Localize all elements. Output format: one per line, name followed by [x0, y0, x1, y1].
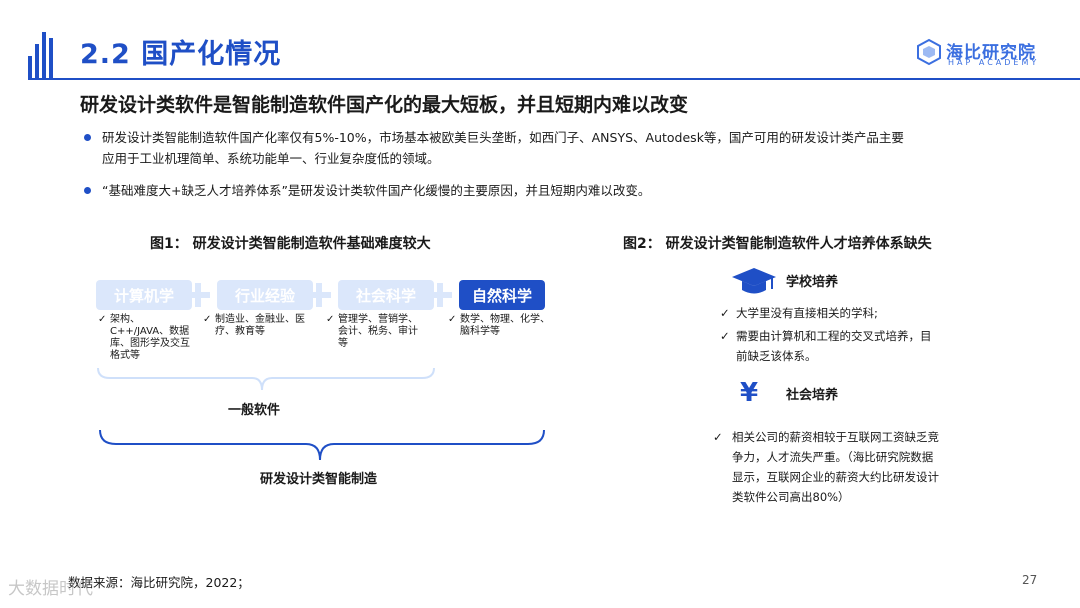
header-bars-decoration — [28, 32, 53, 80]
bullet-text-2: “基础难度大+缺乏人才培养体系”是研发设计类软件国产化缓慢的主要原因，并且短期内… — [102, 183, 651, 198]
box-industry-experience: 行业经验 — [217, 280, 313, 310]
school-training-heading: 学校培养 — [786, 275, 839, 290]
school-item-1: 大学里没有直接相关的学科; — [736, 306, 878, 320]
box-natural-science: 自然科学 — [459, 280, 545, 310]
check-icon: ✓ — [98, 314, 107, 325]
label-general-software: 一般软件 — [228, 403, 281, 418]
figure2-title: 图2： 研发设计类智能制造软件人才培养体系缺失 — [623, 236, 932, 252]
watermark: 大数据时代 — [8, 579, 93, 599]
bullet-text-1: 研发设计类智能制造软件国产化率仅有5%-10%，市场基本被欧美巨头垄断，如西门子… — [102, 130, 904, 166]
social-training-heading: 社会培养 — [786, 388, 839, 403]
check-icon: ✓ — [720, 306, 730, 320]
school-item-2: 需要由计算机和工程的交叉式培养，目前缺乏该体系。 — [736, 329, 932, 363]
plus-icon — [307, 283, 331, 307]
check-icon: ✓ — [713, 430, 723, 444]
detail-natural-science: ✓ 数学、物理、化学、脑科学等 — [448, 314, 550, 337]
header-divider — [30, 78, 1080, 80]
logo-subtitle: HAP ACADEMY — [948, 58, 1040, 67]
check-icon: ✓ — [326, 314, 335, 325]
page-title: 2.2 国产化情况 — [80, 39, 282, 70]
plus-icon — [428, 283, 452, 307]
slide-subtitle: 研发设计类软件是智能制造软件国产化的最大短板，并且短期内难以改变 — [80, 94, 689, 116]
graduation-cap-icon — [732, 268, 776, 294]
figure1-title: 图1： 研发设计类智能制造软件基础难度较大 — [150, 236, 431, 252]
box-computer-science: 计算机学 — [96, 280, 192, 310]
society-item-1: 相关公司的薪资相较于互联网工资缺乏竞争力，人才流失严重。（海比研究院数据显示，互… — [732, 430, 939, 504]
detail-industry-experience: ✓ 制造业、金融业、医疗、教育等 — [203, 314, 305, 337]
detail-social-science: ✓ 管理学、营销学、会计、税务、审计等 — [326, 314, 418, 349]
check-icon: ✓ — [203, 314, 212, 325]
plus-icon — [186, 283, 210, 307]
brace-general-software — [97, 367, 435, 391]
check-icon: ✓ — [448, 314, 457, 325]
box-social-science: 社会科学 — [338, 280, 434, 310]
data-source: 数据来源：海比研究院，2022； — [68, 575, 250, 590]
bullet-dot — [84, 134, 91, 141]
yen-icon: ¥ — [740, 378, 759, 408]
page-number: 27 — [1022, 573, 1038, 587]
logo-cube-icon — [917, 38, 941, 66]
brace-rd-design-manufacturing — [99, 429, 545, 461]
check-icon: ✓ — [720, 329, 730, 343]
detail-computer-science: ✓ 架构、C++/JAVA、数据库、图形学及交互格式等 — [98, 314, 190, 361]
bullet-dot — [84, 187, 91, 194]
label-rd-design-manufacturing: 研发设计类智能制造 — [260, 472, 378, 487]
